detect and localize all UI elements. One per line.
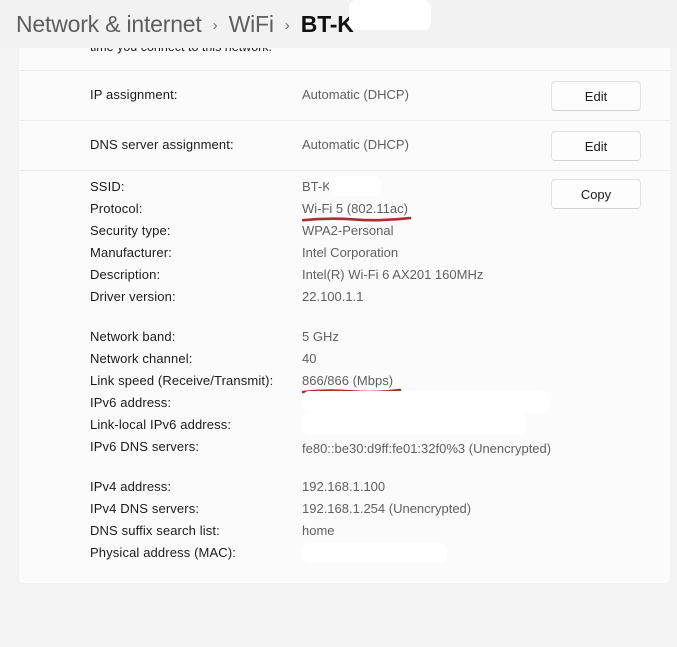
property-label: Link-local IPv6 address: bbox=[90, 417, 232, 432]
property-value: fe80::be30:d9ff:fe01:32f0%3 (Unencrypted… bbox=[302, 441, 552, 456]
breadcrumb-current-wrap: BT-K bbox=[300, 0, 431, 38]
property-security-type: Security type: WPA2-Personal bbox=[19, 223, 670, 245]
page-header: Network & internet › WiFi › BT-K bbox=[0, 0, 677, 48]
breadcrumb-item-network-and-internet[interactable]: Network & internet bbox=[16, 11, 202, 38]
property-label: Driver version: bbox=[90, 289, 176, 304]
property-value: 40 bbox=[302, 351, 317, 366]
property-ipv4-address: IPv4 address: 192.168.1.100 bbox=[19, 479, 670, 501]
property-value: WPA2-Personal bbox=[302, 223, 394, 238]
settings-content: location when you connect to this networ… bbox=[0, 0, 677, 647]
property-value: 192.168.1.100 bbox=[302, 479, 386, 494]
ssid-redaction-mark bbox=[329, 176, 381, 196]
property-label: Physical address (MAC): bbox=[90, 545, 237, 560]
dns-server-assignment-edit-button[interactable]: Edit bbox=[551, 131, 641, 161]
property-driver-version: Driver version: 22.100.1.1 bbox=[19, 289, 670, 311]
property-label: SSID: bbox=[90, 179, 125, 194]
link-local-ipv6-redaction-mark bbox=[302, 413, 526, 435]
property-ipv6-address: IPv6 address: bbox=[19, 391, 670, 417]
property-link-local-ipv6-address: Link-local IPv6 address: bbox=[19, 413, 670, 439]
dns-server-assignment-row: DNS server assignment: Automatic (DHCP) … bbox=[19, 120, 670, 170]
property-label: Manufacturer: bbox=[90, 245, 172, 260]
breadcrumb-separator-icon: › bbox=[284, 16, 290, 34]
property-value: Intel(R) Wi-Fi 6 AX201 160MHz bbox=[302, 267, 484, 282]
property-network-band: Network band: 5 GHz bbox=[19, 329, 670, 351]
dns-server-assignment-value: Automatic (DHCP) bbox=[302, 137, 409, 152]
property-ssid: SSID: BT-K bbox=[19, 176, 670, 201]
ip-assignment-label: IP assignment: bbox=[90, 87, 178, 102]
property-link-speed: Link speed (Receive/Transmit): 866/866 (… bbox=[19, 373, 670, 395]
property-value: 22.100.1.1 bbox=[302, 289, 364, 304]
breadcrumb-item-wifi[interactable]: WiFi bbox=[229, 11, 274, 38]
property-label: DNS suffix search list: bbox=[90, 523, 220, 538]
property-value: home bbox=[302, 523, 335, 538]
property-ipv6-dns-servers: IPv6 DNS servers: fe80::be30:d9ff:fe01:3… bbox=[19, 439, 670, 479]
mac-address-redaction-mark bbox=[302, 543, 447, 563]
property-label: IPv4 address: bbox=[90, 479, 172, 494]
adapter-properties-list: SSID: BT-K Protocol: Wi-Fi 5 (802.11ac) bbox=[19, 171, 670, 567]
property-label: Network channel: bbox=[90, 351, 193, 366]
property-value: Wi-Fi 5 (802.11ac) bbox=[302, 201, 408, 216]
breadcrumb-redaction-mark bbox=[348, 0, 431, 30]
adapter-properties-row: Copy SSID: BT-K Protocol: Wi-Fi 5 (802.1… bbox=[19, 170, 670, 583]
property-label: IPv6 DNS servers: bbox=[90, 439, 200, 454]
property-label: Network band: bbox=[90, 329, 176, 344]
property-manufacturer: Manufacturer: Intel Corporation bbox=[19, 245, 670, 267]
properties-group-spacer bbox=[19, 311, 670, 329]
settings-page: location when you connect to this networ… bbox=[0, 0, 677, 647]
network-properties-card: location when you connect to this networ… bbox=[19, 0, 670, 583]
ip-assignment-value: Automatic (DHCP) bbox=[302, 87, 409, 102]
property-value: 5 GHz bbox=[302, 329, 339, 344]
property-network-channel: Network channel: 40 bbox=[19, 351, 670, 373]
ipv6-address-redaction-mark bbox=[302, 391, 550, 413]
property-label: Description: bbox=[90, 267, 161, 282]
breadcrumb: Network & internet › WiFi › BT-K bbox=[0, 0, 431, 38]
breadcrumb-item-current-network: BT-K bbox=[300, 10, 354, 37]
property-description: Description: Intel(R) Wi-Fi 6 AX201 160M… bbox=[19, 267, 670, 289]
property-label: IPv6 address: bbox=[90, 395, 172, 410]
breadcrumb-separator-icon: › bbox=[212, 16, 218, 34]
property-value: 192.168.1.254 (Unencrypted) bbox=[302, 501, 472, 516]
property-label: Security type: bbox=[90, 223, 171, 238]
property-value: BT-K bbox=[302, 179, 331, 194]
ip-assignment-edit-button[interactable]: Edit bbox=[551, 81, 641, 111]
property-label: IPv4 DNS servers: bbox=[90, 501, 200, 516]
property-protocol: Protocol: Wi-Fi 5 (802.11ac) bbox=[19, 201, 670, 223]
property-dns-suffix-search-list: DNS suffix search list: home bbox=[19, 523, 670, 545]
property-label: Protocol: bbox=[90, 201, 143, 216]
property-label: Link speed (Receive/Transmit): bbox=[90, 373, 274, 388]
property-value: 866/866 (Mbps) bbox=[302, 373, 394, 388]
dns-server-assignment-label: DNS server assignment: bbox=[90, 137, 234, 152]
property-value: Intel Corporation bbox=[302, 245, 399, 260]
property-physical-address-mac: Physical address (MAC): bbox=[19, 543, 670, 567]
ip-assignment-row: IP assignment: Automatic (DHCP) Edit bbox=[19, 70, 670, 120]
property-ipv4-dns-servers: IPv4 DNS servers: 192.168.1.254 (Unencry… bbox=[19, 501, 670, 523]
